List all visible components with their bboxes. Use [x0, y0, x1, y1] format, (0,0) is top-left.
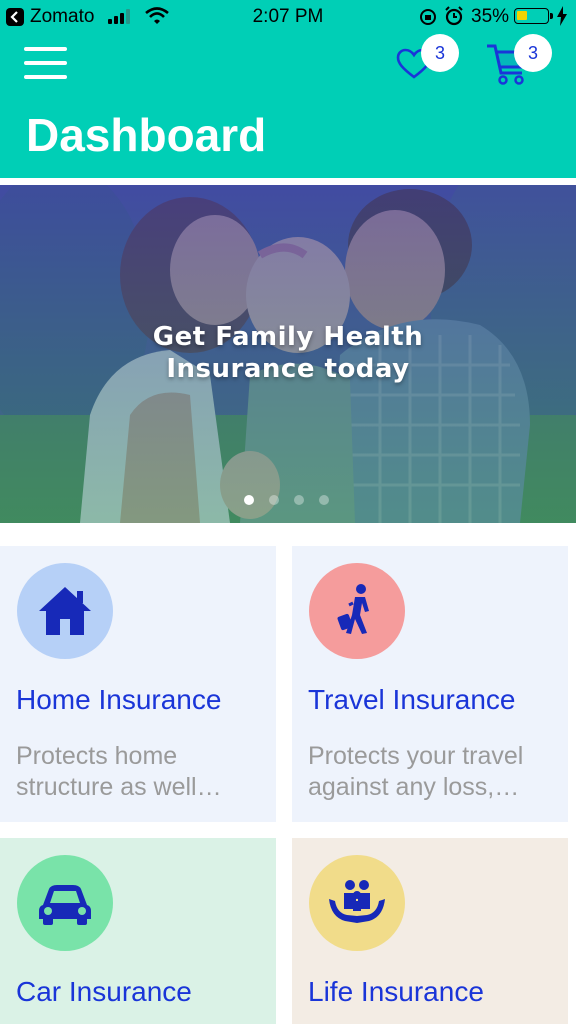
battery-cap — [550, 13, 553, 19]
favorites-count-badge: 3 — [421, 34, 459, 72]
charging-bolt-icon — [557, 6, 567, 26]
car-icon — [39, 885, 91, 925]
carousel-dot[interactable] — [244, 495, 254, 505]
banner-caption-line1: Get Family Health — [152, 322, 424, 352]
travel-insurance-icon-circle — [309, 563, 405, 659]
banner-caption-line2: Insurance today — [166, 354, 410, 384]
family-care-icon — [329, 880, 385, 923]
carousel-dot[interactable] — [269, 495, 279, 505]
card-title: Home Insurance — [16, 684, 222, 715]
car-insurance-card[interactable]: Car Insurance — [0, 838, 276, 1024]
promo-banner[interactable]: Get Family Health Insurance today — [0, 185, 576, 523]
carousel-dot[interactable] — [319, 495, 329, 505]
favorites-button[interactable]: 3 — [396, 34, 466, 90]
travel-insurance-card[interactable]: Travel Insurance Protects your travel ag… — [292, 546, 568, 822]
menu-button[interactable] — [24, 47, 68, 81]
life-insurance-card[interactable]: Life Insurance — [292, 838, 568, 1024]
cart-button[interactable]: 3 — [486, 34, 558, 90]
app-header: Zomato 2:07 PM 35% 3 3 Dashboard — [0, 0, 576, 178]
card-title: Life Insurance — [308, 976, 484, 1007]
battery-level — [517, 11, 527, 20]
page-title: Dashboard — [26, 109, 267, 161]
menu-icon — [24, 47, 67, 51]
card-description: Protects your travel against any loss,… — [308, 742, 524, 801]
card-description: Protects home structure as well… — [16, 742, 222, 801]
traveler-icon — [337, 584, 369, 634]
status-bar: Zomato 2:07 PM 35% — [0, 0, 576, 34]
alarm-icon — [445, 6, 463, 26]
banner-caption: Get Family Health Insurance today — [0, 321, 576, 385]
life-insurance-icon-circle — [309, 855, 405, 951]
menu-icon-bar — [24, 75, 67, 79]
menu-icon-bar — [24, 61, 67, 65]
home-insurance-card[interactable]: Home Insurance Protects home structure a… — [0, 546, 276, 822]
home-insurance-icon-circle — [17, 563, 113, 659]
car-insurance-icon-circle — [17, 855, 113, 951]
card-title: Travel Insurance — [308, 684, 516, 715]
house-icon — [39, 587, 91, 635]
battery-icon — [514, 8, 549, 24]
carousel-dot[interactable] — [294, 495, 304, 505]
card-title: Car Insurance — [16, 976, 192, 1007]
battery-percent: 35% — [471, 6, 510, 27]
cart-count-badge: 3 — [514, 34, 552, 72]
rotation-lock-icon — [420, 9, 436, 25]
